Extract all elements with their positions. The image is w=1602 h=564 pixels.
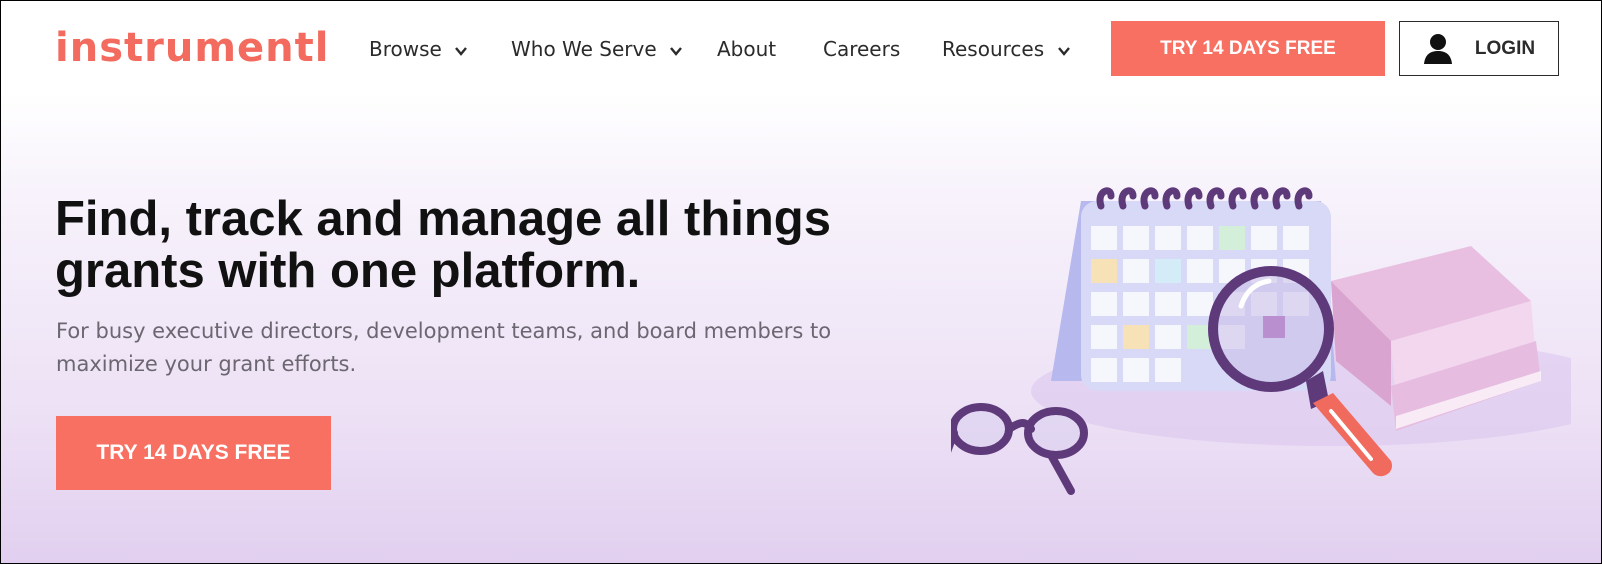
user-icon	[1423, 33, 1452, 64]
hero-subtitle: For busy executive directors, developmen…	[56, 319, 832, 376]
nav-about[interactable]: About	[717, 37, 776, 61]
login-button[interactable]: LOGIN	[1399, 21, 1559, 76]
nav-about-label: About	[717, 37, 777, 61]
try-free-button-header[interactable]: TRY 14 DAYS FREE	[1111, 21, 1385, 76]
chevron-down-icon	[1057, 46, 1070, 56]
site-header: instrumentl Browse Who We Serve About Ca…	[1, 1, 1601, 96]
chevron-down-icon	[455, 46, 468, 56]
hero-illustration	[951, 187, 1571, 495]
nav-careers-label: Careers	[823, 37, 901, 61]
hero-title: Find, track and manage all things grants…	[55, 192, 831, 298]
nav-browse[interactable]: Browse	[369, 37, 468, 61]
chevron-down-icon	[670, 46, 682, 56]
nav-who-we-serve-label: Who We Serve	[511, 37, 657, 61]
try-free-button-hero[interactable]: TRY 14 DAYS FREE	[56, 416, 331, 490]
logo[interactable]: instrumentl	[55, 25, 329, 71]
nav-who-we-serve[interactable]: Who We Serve	[511, 37, 683, 61]
nav-resources-label: Resources	[942, 37, 1045, 61]
nav-browse-label: Browse	[369, 37, 442, 61]
login-label: LOGIN	[1474, 37, 1536, 59]
glasses-icon	[951, 403, 1088, 495]
page: instrumentl Browse Who We Serve About Ca…	[0, 0, 1602, 564]
nav-careers[interactable]: Careers	[823, 37, 900, 61]
nav-resources[interactable]: Resources	[942, 37, 1071, 61]
